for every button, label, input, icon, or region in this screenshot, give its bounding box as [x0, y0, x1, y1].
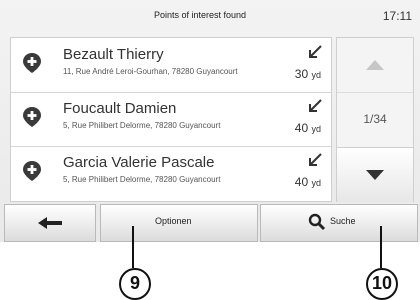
direction-arrow-icon [309, 153, 322, 166]
poi-address: 5, Rue Philibert Delorme, 78280 Guyancou… [63, 175, 221, 184]
poi-distance: 30 yd [294, 67, 321, 81]
search-icon [308, 213, 326, 231]
page-indicator: 1/34 [363, 112, 387, 126]
poi-list-item[interactable]: Garcia Valerie Pascale 5, Rue Philibert … [11, 146, 331, 200]
poi-address: 5, Rue Philibert Delorme, 78280 Guyancou… [63, 121, 221, 130]
scroll-up-button[interactable] [337, 38, 413, 93]
back-button[interactable] [4, 204, 96, 242]
triangle-down-icon [366, 170, 384, 180]
callout-badge: 10 [366, 268, 398, 300]
add-poi-icon [23, 161, 41, 181]
poi-results-list: Bezault Thierry 11, Rue André Leroi-Gour… [10, 37, 332, 202]
direction-arrow-icon [309, 99, 322, 112]
callout-badge: 9 [119, 268, 151, 300]
title-bar: Points of interest found 17:11 [0, 0, 420, 34]
direction-arrow-icon [309, 45, 322, 58]
options-label: Optionen [155, 216, 192, 226]
poi-name: Bezault Thierry [63, 46, 164, 63]
poi-distance: 40 yd [294, 121, 321, 135]
poi-name: Garcia Valerie Pascale [63, 154, 215, 171]
poi-list-item[interactable]: Bezault Thierry 11, Rue André Leroi-Gour… [11, 38, 331, 93]
clock: 17:11 [382, 9, 412, 23]
page-title: Points of interest found [153, 10, 247, 20]
search-button[interactable]: Suche [260, 204, 418, 242]
scroll-down-button[interactable] [337, 147, 413, 202]
callout-leader-line [380, 226, 382, 268]
add-poi-icon [23, 107, 41, 127]
poi-address: 11, Rue André Leroi-Gourhan, 78280 Guyan… [63, 67, 238, 76]
callout-leader-line [132, 226, 134, 268]
options-button[interactable]: Optionen [100, 204, 258, 242]
poi-name: Foucault Damien [63, 100, 177, 117]
triangle-up-icon [366, 60, 384, 70]
search-label: Suche [330, 216, 356, 226]
arrow-left-icon [38, 217, 62, 229]
navigation-screen: Points of interest found 17:11 Bezault T… [0, 0, 420, 242]
poi-list-item[interactable]: Foucault Damien 5, Rue Philibert Delorme… [11, 92, 331, 147]
list-scrollbar: 1/34 [336, 37, 414, 202]
add-poi-icon [23, 53, 41, 73]
poi-distance: 40 yd [294, 175, 321, 189]
